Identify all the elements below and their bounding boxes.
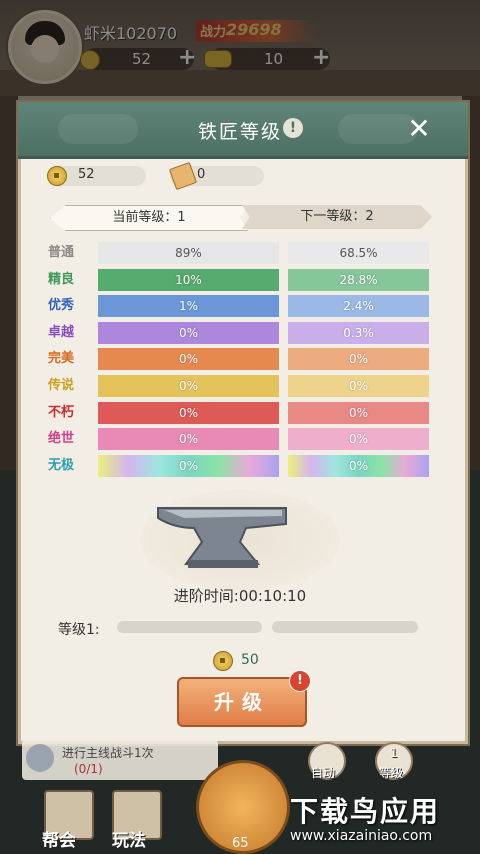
alert-badge: ! — [289, 670, 311, 692]
rarity-label: 无极 — [48, 458, 75, 473]
coin-count: 52 — [78, 167, 95, 182]
rarity-label: 传说 — [48, 378, 75, 393]
watermark-title: 下载鸟应用 — [290, 795, 441, 828]
level-label: 等级 — [379, 766, 404, 780]
current-rate-bar: 0% — [98, 375, 279, 397]
scroll-count: 0 — [197, 167, 206, 182]
next-rate-bar: 68.5% — [288, 242, 429, 264]
anvil-icon — [157, 507, 287, 568]
watermark-url: www.xiazainiao.com — [290, 828, 433, 844]
advance-time: 进阶时间:00:10:10 — [173, 587, 307, 605]
close-icon[interactable]: ✕ — [402, 112, 436, 146]
current-rate-bar: 0% — [98, 402, 279, 424]
current-rate-bar: 0% — [98, 455, 279, 477]
rarity-label: 不朽 — [48, 405, 75, 420]
tab-current-level: 当前等级：1 — [50, 205, 248, 231]
info-icon[interactable]: ! — [283, 118, 303, 138]
upgrade-button[interactable]: 升级 — [177, 677, 307, 727]
current-rate-bar: 1% — [98, 295, 279, 317]
current-rate-bar: 10% — [98, 269, 279, 291]
next-rate-bar: 0% — [288, 428, 429, 450]
level-progress-label: 等级1: — [58, 622, 100, 638]
next-rate-bar: 0% — [288, 402, 429, 424]
level-number: 1 — [390, 746, 398, 760]
current-rate-bar: 0% — [98, 348, 279, 370]
nav-play-label: 玩法 — [112, 831, 146, 851]
quest-text: 进行主线战斗1次 — [62, 746, 154, 760]
next-rate-bar: 28.8% — [288, 269, 429, 291]
rarity-label: 精良 — [48, 272, 75, 287]
progress-bar-1 — [117, 621, 262, 633]
rarity-label: 完美 — [48, 351, 75, 366]
coin-icon — [213, 651, 233, 671]
progress-bar-2 — [272, 621, 418, 633]
quest-progress: (0/1) — [74, 762, 103, 776]
next-rate-bar: 0% — [288, 455, 429, 477]
auto-label: 自动 — [311, 766, 336, 780]
current-rate-bar: 0% — [98, 428, 279, 450]
current-rate-bar: 89% — [98, 242, 279, 264]
tab-next-level: 下一等级：2 — [242, 205, 432, 229]
next-rate-bar: 0% — [288, 375, 429, 397]
coin-icon — [47, 166, 67, 186]
rarity-label: 普通 — [48, 245, 75, 260]
next-rate-bar: 0% — [288, 348, 429, 370]
current-rate-bar: 0% — [98, 322, 279, 344]
upgrade-cost: 50 — [241, 652, 259, 668]
next-rate-bar: 0.3% — [288, 322, 429, 344]
next-rate-bar: 2.4% — [288, 295, 429, 317]
rarity-label: 卓越 — [48, 325, 75, 340]
forge-level: 65 — [232, 836, 249, 851]
rarity-label: 绝世 — [48, 431, 75, 446]
quest-icon — [26, 744, 54, 772]
nav-guild-label: 帮会 — [42, 831, 76, 851]
rarity-label: 优秀 — [48, 298, 75, 313]
